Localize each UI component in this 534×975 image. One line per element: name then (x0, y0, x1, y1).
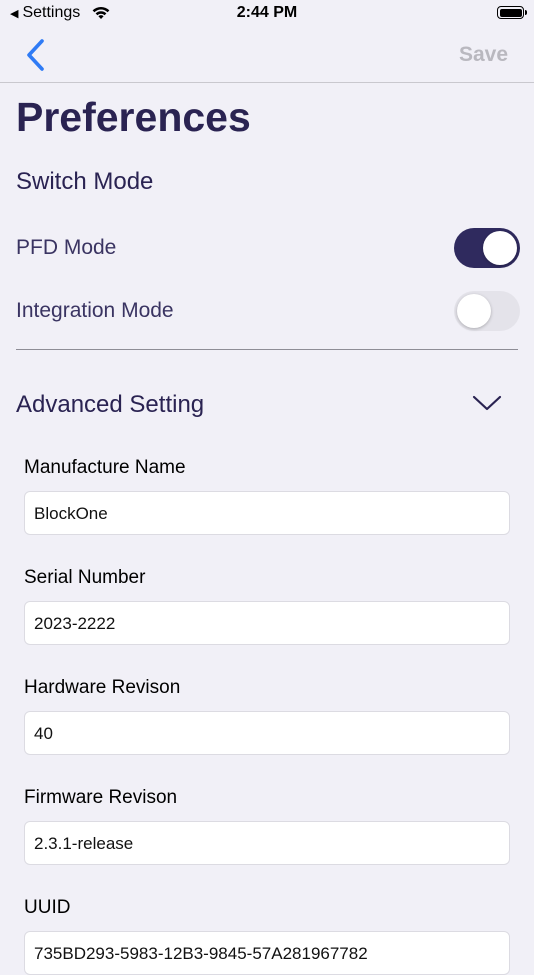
hardware-revision-input[interactable]: 40 (24, 711, 510, 755)
toggle-knob (457, 294, 491, 328)
status-bar: ◀ Settings 2:44 PM (0, 0, 534, 28)
navigation-bar: Save (0, 28, 534, 83)
uuid-label: UUID (24, 897, 71, 918)
pfd-mode-label: PFD Mode (16, 236, 117, 259)
integration-mode-label: Integration Mode (16, 299, 174, 322)
status-time: 2:44 PM (236, 4, 298, 21)
integration-mode-toggle[interactable] (454, 291, 520, 331)
section-divider (16, 349, 518, 350)
toggle-knob (483, 231, 517, 265)
manufacture-name-input[interactable]: BlockOne (24, 491, 510, 535)
pfd-mode-row: PFD Mode (16, 228, 520, 268)
switch-mode-heading: Switch Mode (16, 168, 154, 195)
manufacture-name-field: Manufacture Name BlockOne (24, 457, 510, 535)
hardware-revision-label: Hardware Revison (24, 677, 181, 698)
serial-number-label: Serial Number (24, 567, 146, 588)
uuid-field: UUID 735BD293-5983-12B3-9845-57A28196778… (24, 897, 510, 975)
integration-mode-row: Integration Mode (16, 291, 520, 331)
back-chevron-icon[interactable] (22, 38, 48, 72)
battery-icon (497, 6, 527, 19)
serial-number-input[interactable]: 2023-2222 (24, 601, 510, 645)
serial-number-field: Serial Number 2023-2222 (24, 567, 510, 645)
manufacture-name-label: Manufacture Name (24, 457, 186, 478)
firmware-revision-label: Firmware Revison (24, 787, 178, 808)
uuid-input[interactable]: 735BD293-5983-12B3-9845-57A281967782 (24, 931, 510, 975)
save-button[interactable]: Save (459, 43, 508, 67)
hardware-revision-field: Hardware Revison 40 (24, 677, 510, 755)
firmware-revision-field: Firmware Revison 2.3.1-release (24, 787, 510, 865)
advanced-setting-heading[interactable]: Advanced Setting (16, 391, 204, 419)
chevron-down-icon[interactable] (472, 393, 502, 413)
firmware-revision-input[interactable]: 2.3.1-release (24, 821, 510, 865)
pfd-mode-toggle[interactable] (454, 228, 520, 268)
page-title: Preferences (16, 94, 251, 140)
